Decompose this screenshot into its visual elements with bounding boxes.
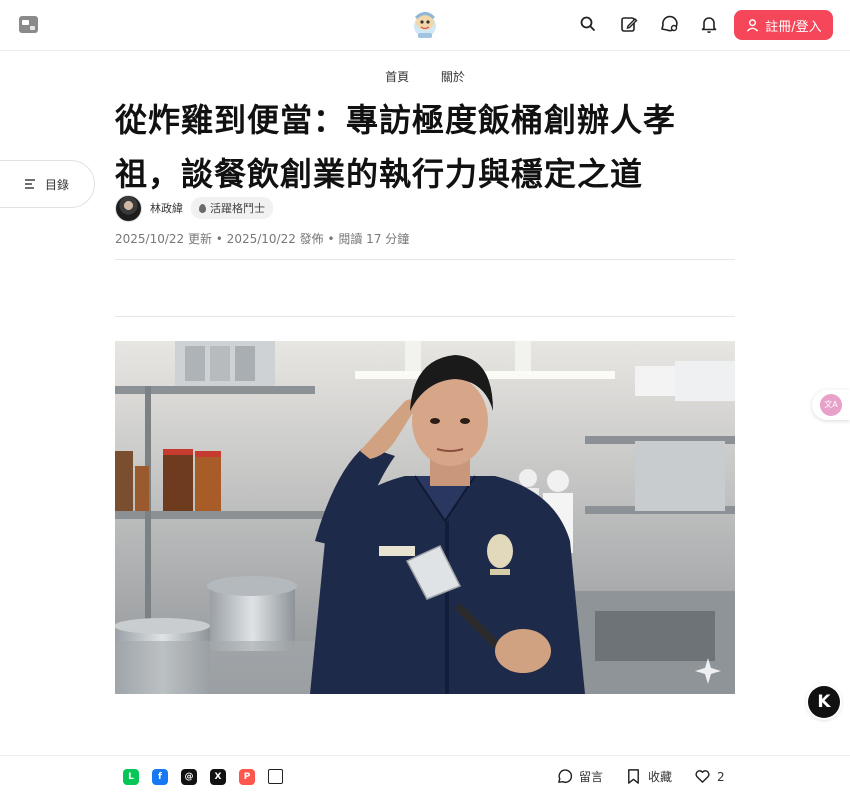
- author-avatar[interactable]: [115, 194, 142, 222]
- author-row: 林政緯 活躍格鬥士: [115, 194, 273, 222]
- author-name[interactable]: 林政緯: [150, 200, 183, 216]
- plurk-icon[interactable]: P: [239, 769, 255, 785]
- like-count: 2: [717, 769, 725, 784]
- comment-icon: [558, 769, 573, 783]
- edit-icon[interactable]: [619, 14, 639, 34]
- article-title: 從炸雞到便當：專訪極度飯桶創辦人孝 祖，談餐飲創業的執行力與穩定之道: [115, 93, 745, 201]
- translate-widget[interactable]: 文A: [812, 390, 850, 420]
- search-icon[interactable]: [578, 14, 598, 34]
- share-icons: L f @ X P: [123, 769, 283, 785]
- signin-label: 註冊/登入: [765, 19, 822, 35]
- k-floating-button[interactable]: K: [808, 686, 840, 718]
- signin-button[interactable]: 註冊/登入: [734, 10, 833, 40]
- breadcrumb-home[interactable]: 首頁: [385, 70, 409, 84]
- bottom-action-bar: L f @ X P 留言 收藏 2: [0, 755, 850, 800]
- divider: [115, 316, 735, 317]
- threads-icon[interactable]: @: [181, 769, 197, 785]
- bookmark-button[interactable]: 收藏: [625, 768, 672, 785]
- site-logo-icon[interactable]: [19, 16, 38, 33]
- copy-icon[interactable]: [268, 769, 283, 784]
- article-meta: 2025/10/22 更新 • 2025/10/22 發佈 • 閱讀 17 分鐘: [115, 232, 410, 246]
- chat-icon[interactable]: [659, 14, 679, 34]
- title-line-1: 從炸雞到便當：專訪極度飯桶創辦人孝: [115, 101, 677, 139]
- bell-icon[interactable]: [699, 14, 719, 34]
- breadcrumb-about[interactable]: 關於: [441, 70, 465, 84]
- article-actions: 留言 收藏 2: [556, 768, 725, 785]
- divider: [115, 259, 735, 260]
- toc-label: 目錄: [45, 177, 70, 192]
- x-icon[interactable]: X: [210, 769, 226, 785]
- bookmark-icon: [628, 769, 639, 784]
- like-button[interactable]: 2: [694, 768, 725, 785]
- user-icon: [747, 18, 759, 32]
- line-icon[interactable]: L: [123, 769, 139, 785]
- drop-icon: [199, 203, 206, 213]
- title-line-2: 祖，談餐飲創業的執行力與穩定之道: [115, 155, 644, 193]
- facebook-icon[interactable]: f: [152, 769, 168, 785]
- author-badge[interactable]: 活躍格鬥士: [191, 197, 273, 219]
- comment-label: 留言: [579, 770, 604, 784]
- toc-button[interactable]: 目錄: [0, 160, 95, 208]
- hero-image: [115, 341, 735, 694]
- breadcrumb: 首頁 關於: [0, 68, 850, 85]
- author-badge-label: 活躍格鬥士: [210, 202, 265, 215]
- heart-icon: [695, 770, 710, 783]
- list-icon: [25, 179, 35, 189]
- comment-button[interactable]: 留言: [556, 768, 603, 785]
- translate-icon: 文A: [820, 394, 842, 416]
- mascot-logo[interactable]: [412, 11, 438, 39]
- top-bar: 註冊/登入: [0, 0, 850, 51]
- bookmark-label: 收藏: [648, 770, 673, 784]
